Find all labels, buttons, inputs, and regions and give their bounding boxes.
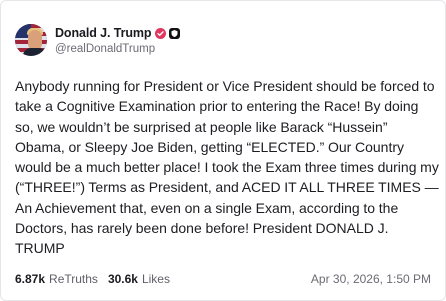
retruths-stat[interactable]: 6.87k ReTruths: [15, 272, 98, 286]
avatar-face: [28, 30, 42, 50]
post-card: Donald J. Trump @realDonaldTrump Anybody…: [0, 0, 446, 301]
verified-badge-icon: [155, 27, 167, 39]
avatar-suit: [23, 48, 47, 56]
post-text: Anybody running for President or Vice Pr…: [15, 78, 439, 257]
post-header: Donald J. Trump @realDonaldTrump: [15, 23, 181, 57]
retruths-label: ReTruths: [49, 272, 98, 286]
author-handle[interactable]: @realDonaldTrump: [55, 43, 180, 55]
author-display-name[interactable]: Donald J. Trump: [55, 26, 152, 40]
post-timestamp[interactable]: Apr 30, 2026, 1:50 PM: [311, 272, 431, 286]
author-info: Donald J. Trump @realDonaldTrump: [55, 25, 181, 55]
likes-label: Likes: [141, 272, 170, 286]
avatar[interactable]: [15, 24, 47, 56]
post-footer: 6.87k ReTruths 30.6k Likes Apr 30, 2026,…: [15, 271, 431, 287]
shield-icon: [169, 27, 181, 39]
author-name-row: Donald J. Trump: [55, 25, 181, 41]
retruths-count: 6.87k: [15, 272, 46, 286]
likes-stat[interactable]: 30.6k Likes: [108, 272, 170, 286]
likes-count: 30.6k: [107, 272, 138, 286]
